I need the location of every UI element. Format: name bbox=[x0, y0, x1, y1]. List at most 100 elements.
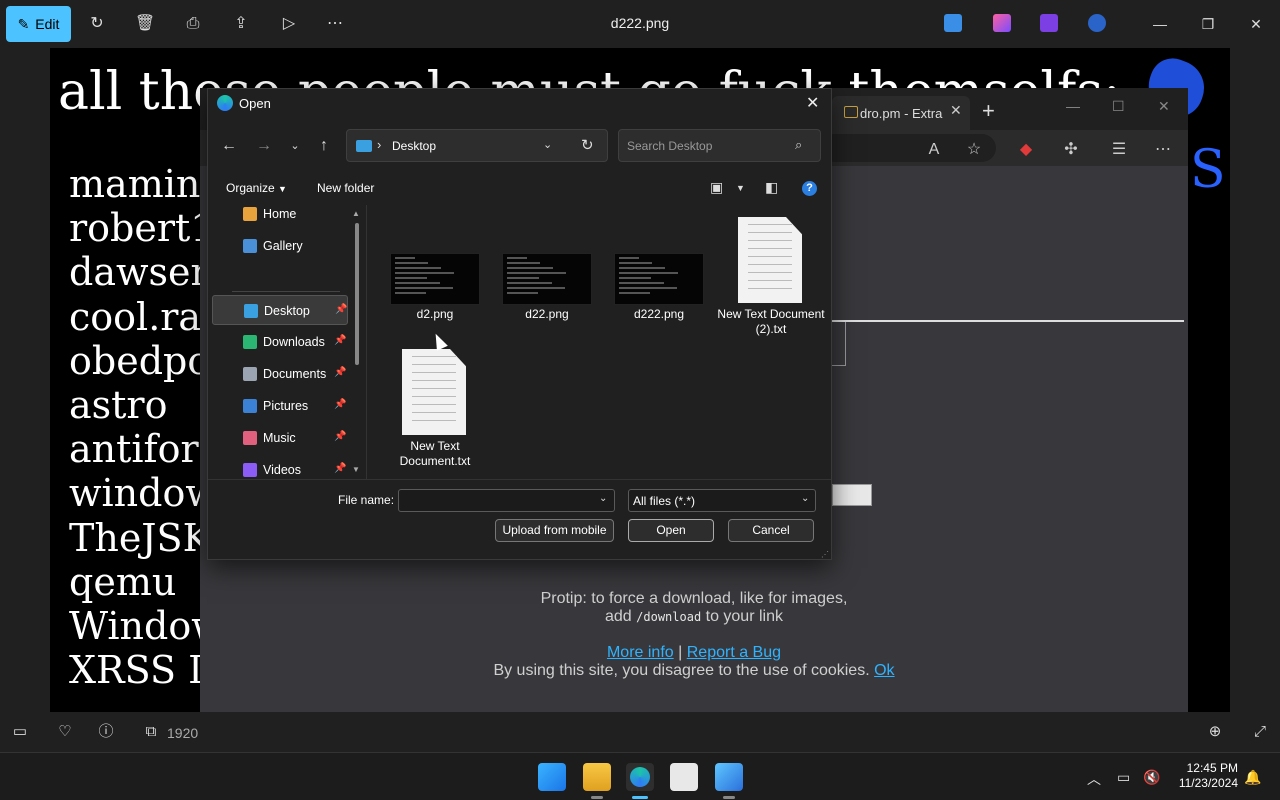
file-name-dropdown-icon[interactable]: ⌄ bbox=[599, 493, 607, 504]
read-aloud-icon[interactable]: A bbox=[924, 140, 944, 160]
resize-grip-icon[interactable]: ⋰ bbox=[821, 550, 829, 559]
show-hidden-icons-chevron-icon[interactable]: ︿ bbox=[1087, 769, 1101, 789]
fullscreen-icon[interactable]: ⤢ bbox=[1250, 722, 1270, 742]
report-bug-link[interactable]: Report a Bug bbox=[687, 644, 781, 661]
preview-pane-icon[interactable]: ◧ bbox=[765, 179, 778, 196]
file-type-select[interactable]: All files (*.*) ⌄ bbox=[628, 489, 816, 512]
new-folder-button[interactable]: New folder bbox=[317, 181, 374, 195]
pin-icon[interactable]: 📌 bbox=[334, 335, 346, 346]
zoom-in-icon[interactable]: ⊕ bbox=[1205, 722, 1225, 742]
file-item[interactable]: New Text Document.txt bbox=[380, 341, 490, 468]
scroll-up-icon[interactable]: ▲ bbox=[352, 209, 360, 218]
browser-maximize-icon[interactable]: ☐ bbox=[1112, 98, 1125, 115]
sidebar-item-videos[interactable]: Videos 📌 bbox=[212, 455, 348, 479]
edge-taskbar-icon[interactable] bbox=[626, 763, 654, 791]
help-icon[interactable]: ? bbox=[802, 181, 817, 196]
close-icon[interactable]: ✕ bbox=[1244, 12, 1268, 36]
sidebar-item-music[interactable]: Music 📌 bbox=[212, 423, 348, 453]
restore-icon[interactable]: ❐ bbox=[1196, 12, 1220, 36]
dialog-close-icon[interactable]: ✕ bbox=[806, 93, 819, 113]
open-button[interactable]: Open bbox=[628, 519, 714, 542]
minimize-icon[interactable]: — bbox=[1148, 12, 1172, 36]
designer-app-icon[interactable] bbox=[993, 14, 1011, 32]
print-icon[interactable]: ⎙ bbox=[181, 12, 205, 36]
filmstrip-icon[interactable]: ▭ bbox=[10, 722, 30, 742]
file-item[interactable]: d22.png bbox=[492, 209, 602, 335]
more-options-icon[interactable]: ⋯ bbox=[323, 12, 347, 36]
delete-icon[interactable]: 🗑 bbox=[133, 12, 157, 36]
notification-bell-icon[interactable]: 🔔 bbox=[1244, 769, 1261, 786]
browser-minimize-icon[interactable]: — bbox=[1066, 98, 1080, 114]
navigation-scrollbar[interactable]: ▲ ▼ bbox=[352, 209, 360, 475]
up-arrow-icon[interactable]: ↑ bbox=[313, 135, 335, 157]
file-item[interactable]: New Text Document (2).txt bbox=[716, 209, 826, 336]
sidebar-item-home[interactable]: Home bbox=[212, 205, 348, 229]
new-tab-icon[interactable]: + bbox=[982, 98, 995, 124]
dialog-title-bar[interactable]: Open ✕ bbox=[208, 89, 831, 119]
more-info-link[interactable]: More info bbox=[607, 644, 674, 661]
file-info-icon[interactable]: ⓘ bbox=[96, 722, 116, 742]
view-mode-dropdown-icon[interactable]: ▼ bbox=[736, 183, 745, 193]
browser-close-icon[interactable]: ✕ bbox=[1158, 98, 1170, 115]
search-box[interactable]: ⌕ bbox=[618, 129, 821, 162]
browser-menu-icon[interactable]: ⋯ bbox=[1153, 140, 1173, 160]
taskbar-clock[interactable]: 12:45 PM 11/23/2024 bbox=[1170, 761, 1238, 791]
onedrive-off-icon[interactable] bbox=[1088, 14, 1106, 32]
file-explorer-icon[interactable] bbox=[583, 763, 611, 791]
cancel-button[interactable]: Cancel bbox=[728, 519, 814, 542]
search-input[interactable] bbox=[627, 138, 787, 154]
favorites-icon[interactable]: ☰ bbox=[1109, 140, 1129, 160]
forward-arrow-icon[interactable]: → bbox=[253, 135, 275, 157]
page-textarea[interactable] bbox=[832, 484, 872, 506]
sidebar-item-documents[interactable]: Documents 📌 bbox=[212, 359, 348, 389]
rotate-icon[interactable]: ↻ bbox=[85, 12, 109, 36]
sidebar-item-gallery[interactable]: Gallery bbox=[212, 231, 348, 261]
ublock-icon[interactable]: ◆ bbox=[1016, 140, 1036, 160]
cookie-ok-link[interactable]: Ok bbox=[874, 662, 894, 679]
sidebar-item-downloads[interactable]: Downloads 📌 bbox=[212, 327, 348, 357]
pin-icon[interactable]: 📌 bbox=[334, 399, 346, 410]
sidebar-item-desktop[interactable]: Desktop 📌 bbox=[212, 295, 348, 325]
favorite-heart-icon[interactable]: ♡ bbox=[55, 722, 75, 742]
file-item[interactable]: d2.png bbox=[380, 209, 490, 335]
path-dropdown-chevron-icon[interactable]: ⌄ bbox=[543, 138, 552, 151]
pin-icon[interactable]: 📌 bbox=[334, 367, 346, 378]
cookie-text: By using this site, you disagree to the … bbox=[493, 662, 870, 679]
view-mode-icon[interactable]: ▣ bbox=[710, 179, 723, 196]
address-path-box[interactable]: › Desktop ⌄ ↻ bbox=[346, 129, 608, 162]
pin-icon[interactable]: 📌 bbox=[334, 463, 346, 474]
file-type-dropdown-icon[interactable]: ⌄ bbox=[801, 493, 809, 504]
pane-separator[interactable] bbox=[366, 205, 367, 479]
clipchamp-app-icon[interactable] bbox=[1040, 14, 1058, 32]
viewer-file-title: d222.png bbox=[610, 15, 670, 31]
organize-menu[interactable]: Organize ▼ bbox=[226, 181, 287, 195]
scrollbar-thumb[interactable] bbox=[355, 223, 359, 365]
network-icon[interactable]: ▭ bbox=[1117, 769, 1130, 786]
photos-taskbar-icon[interactable] bbox=[715, 763, 743, 791]
share-icon[interactable]: ⇪ bbox=[229, 12, 253, 36]
refresh-icon[interactable]: ↻ bbox=[581, 136, 594, 154]
search-icon[interactable]: ⌕ bbox=[795, 137, 802, 153]
favorite-star-icon[interactable]: ☆ bbox=[964, 140, 984, 160]
slideshow-icon[interactable]: ▷ bbox=[277, 12, 301, 36]
upload-from-mobile-button[interactable]: Upload from mobile bbox=[495, 519, 614, 542]
volume-muted-icon[interactable]: 🔇 bbox=[1143, 769, 1160, 786]
file-item[interactable]: d222.png bbox=[604, 209, 714, 335]
pin-icon[interactable]: 📌 bbox=[335, 304, 347, 315]
path-location[interactable]: Desktop bbox=[392, 139, 436, 153]
back-arrow-icon[interactable]: ← bbox=[218, 135, 240, 157]
scroll-down-icon[interactable]: ▼ bbox=[352, 465, 360, 474]
recent-locations-chevron-icon[interactable]: ⌄ bbox=[284, 135, 306, 157]
store-icon[interactable] bbox=[670, 763, 698, 791]
sidebar-item-pictures[interactable]: Pictures 📌 bbox=[212, 391, 348, 421]
image-dimensions: 1920 bbox=[167, 725, 199, 741]
path-separator-chevron-icon[interactable]: › bbox=[377, 137, 381, 152]
extensions-icon[interactable]: ✣ bbox=[1061, 140, 1081, 160]
edit-button[interactable]: ✎ Edit bbox=[6, 6, 71, 42]
edge-active-indicator bbox=[632, 796, 648, 799]
start-button-icon[interactable] bbox=[538, 763, 566, 791]
pin-icon[interactable]: 📌 bbox=[334, 431, 346, 442]
tab-close-icon[interactable]: ✕ bbox=[950, 102, 962, 119]
file-name-input[interactable]: ⌄ bbox=[398, 489, 615, 512]
photos-app-icon[interactable] bbox=[944, 14, 962, 32]
